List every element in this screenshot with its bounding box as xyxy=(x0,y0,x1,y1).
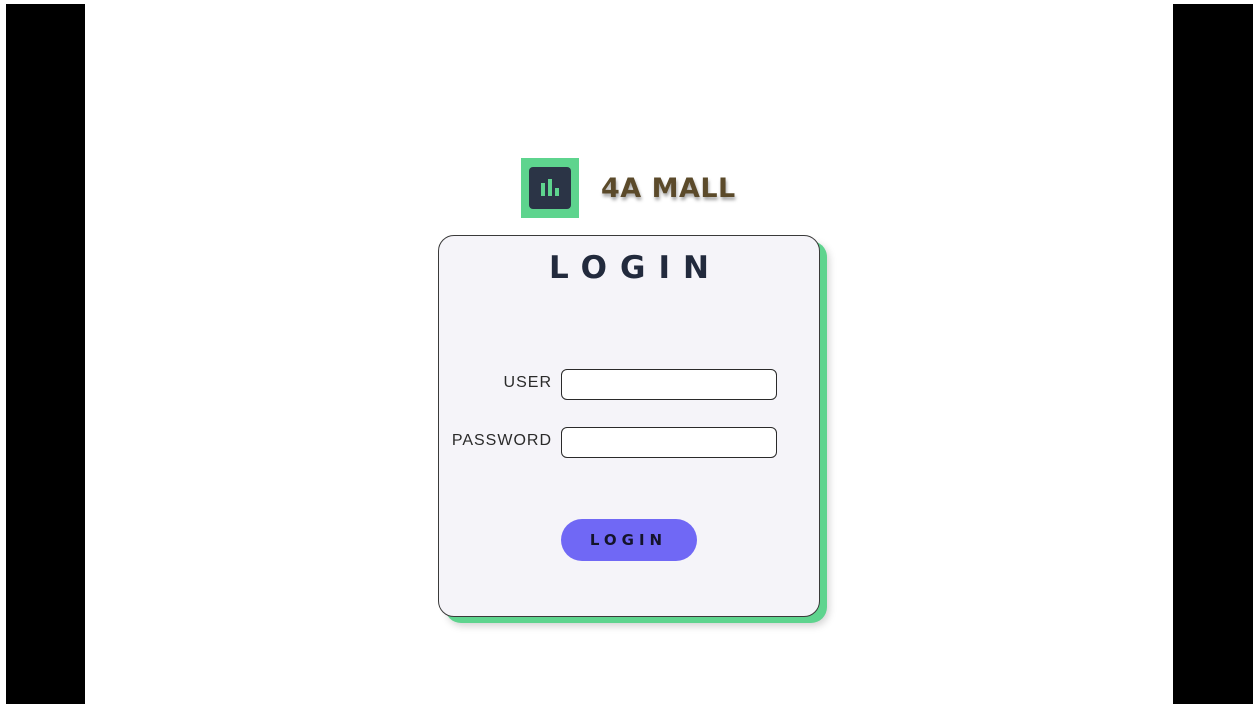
logo xyxy=(521,158,579,218)
bar-chart-icon xyxy=(529,167,571,209)
user-input[interactable] xyxy=(561,369,777,400)
page-canvas: 4A MALL LOGIN USER PASSWORD LOGIN xyxy=(85,4,1173,704)
brand-header: 4A MALL xyxy=(521,158,736,218)
login-card: LOGIN USER PASSWORD LOGIN xyxy=(438,235,820,617)
password-label: PASSWORD xyxy=(451,432,552,449)
login-title: LOGIN xyxy=(549,250,722,286)
brand-name: 4A MALL xyxy=(601,172,736,204)
left-edge xyxy=(0,4,6,704)
password-input[interactable] xyxy=(561,427,777,458)
login-button[interactable]: LOGIN xyxy=(561,519,697,561)
user-label: USER xyxy=(503,374,552,391)
